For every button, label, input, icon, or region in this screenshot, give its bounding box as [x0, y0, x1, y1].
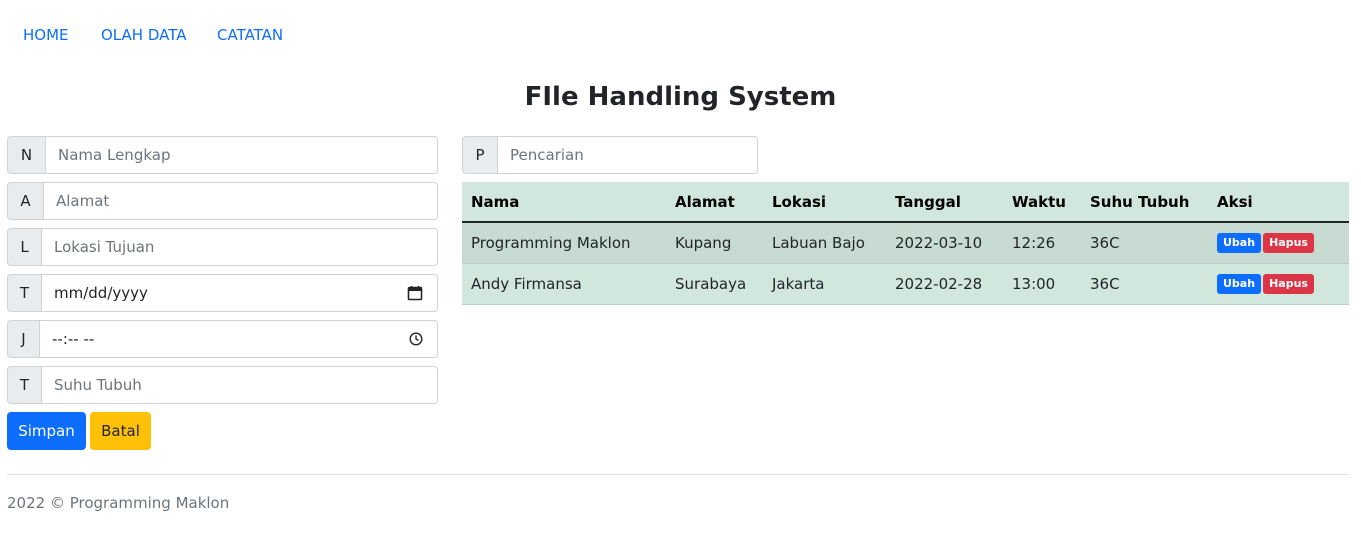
cell-nama: Andy Firmansa — [462, 263, 666, 305]
time-input-group: J --:-- -- — [7, 320, 438, 358]
cell-aksi: Ubah Hapus — [1208, 263, 1349, 305]
location-input-group: L Lokasi Tujuan — [7, 228, 438, 266]
date-prefix: T — [7, 274, 41, 312]
cell-lokasi: Labuan Bajo — [763, 222, 886, 264]
time-prefix: J — [7, 320, 39, 358]
form-buttons: Simpan Batal — [7, 412, 438, 450]
table-row: Programming Maklon Kupang Labuan Bajo 20… — [462, 222, 1349, 264]
nav-home-link[interactable]: HOME — [23, 22, 69, 48]
nav-olah-data-link[interactable]: OLAH DATA — [101, 22, 186, 48]
cell-tanggal: 2022-02-28 — [886, 263, 1003, 305]
address-input[interactable]: Alamat — [43, 182, 438, 220]
date-input-group: T mm/dd/yyyy — [7, 274, 438, 312]
cell-lokasi: Jakarta — [763, 263, 886, 305]
data-table: Nama Alamat Lokasi Tanggal Waktu Suhu Tu… — [462, 182, 1349, 305]
search-input-group: P Pencarian — [462, 136, 758, 174]
temperature-prefix: T — [7, 366, 41, 404]
date-input-value: mm/dd/yyyy — [54, 284, 148, 302]
nav-catatan-link[interactable]: CATATAN — [217, 22, 283, 48]
time-input-value: --:-- -- — [52, 330, 95, 348]
cancel-button[interactable]: Batal — [90, 412, 151, 450]
temperature-input[interactable]: Suhu Tubuh — [41, 366, 438, 404]
cell-suhu: 36C — [1081, 222, 1208, 264]
search-input[interactable]: Pencarian — [497, 136, 758, 174]
data-panel: P Pencarian Nama Alamat Lokasi Tanggal W… — [462, 136, 1349, 305]
cell-waktu: 13:00 — [1003, 263, 1081, 305]
name-input-group: N Nama Lengkap — [7, 136, 438, 174]
cell-suhu: 36C — [1081, 263, 1208, 305]
time-input[interactable]: --:-- -- — [39, 320, 438, 358]
address-input-group: A Alamat — [7, 182, 438, 220]
entry-form: N Nama Lengkap A Alamat L Lokasi Tujuan … — [7, 136, 438, 450]
clock-icon[interactable] — [409, 332, 423, 346]
location-input[interactable]: Lokasi Tujuan — [41, 228, 438, 266]
page-title: FIle Handling System — [524, 82, 837, 112]
cell-waktu: 12:26 — [1003, 222, 1081, 264]
address-prefix: A — [7, 182, 43, 220]
footer-text: 2022 © Programming Maklon — [7, 494, 230, 512]
edit-button[interactable]: Ubah — [1217, 273, 1262, 294]
delete-button[interactable]: Hapus — [1263, 232, 1314, 253]
location-prefix: L — [7, 228, 41, 266]
cell-tanggal: 2022-03-10 — [886, 222, 1003, 264]
cell-alamat: Surabaya — [666, 263, 763, 305]
name-input[interactable]: Nama Lengkap — [45, 136, 438, 174]
calendar-icon[interactable] — [407, 285, 423, 301]
date-input[interactable]: mm/dd/yyyy — [41, 274, 438, 312]
name-prefix: N — [7, 136, 45, 174]
column-header-tanggal: Tanggal — [886, 182, 1003, 223]
edit-button[interactable]: Ubah — [1217, 232, 1262, 253]
search-prefix: P — [462, 136, 497, 174]
column-header-suhu: Suhu Tubuh — [1081, 182, 1208, 223]
cell-aksi: Ubah Hapus — [1208, 222, 1349, 264]
column-header-aksi: Aksi — [1208, 182, 1349, 223]
save-button[interactable]: Simpan — [7, 412, 86, 450]
table-header-row: Nama Alamat Lokasi Tanggal Waktu Suhu Tu… — [462, 182, 1349, 223]
table-row: Andy Firmansa Surabaya Jakarta 2022-02-2… — [462, 263, 1349, 305]
column-header-nama: Nama — [462, 182, 666, 223]
column-header-waktu: Waktu — [1003, 182, 1081, 223]
column-header-lokasi: Lokasi — [763, 182, 886, 223]
cell-alamat: Kupang — [666, 222, 763, 264]
footer-divider — [7, 474, 1349, 475]
temperature-input-group: T Suhu Tubuh — [7, 366, 438, 404]
cell-nama: Programming Maklon — [462, 222, 666, 264]
column-header-alamat: Alamat — [666, 182, 763, 223]
delete-button[interactable]: Hapus — [1263, 273, 1314, 294]
